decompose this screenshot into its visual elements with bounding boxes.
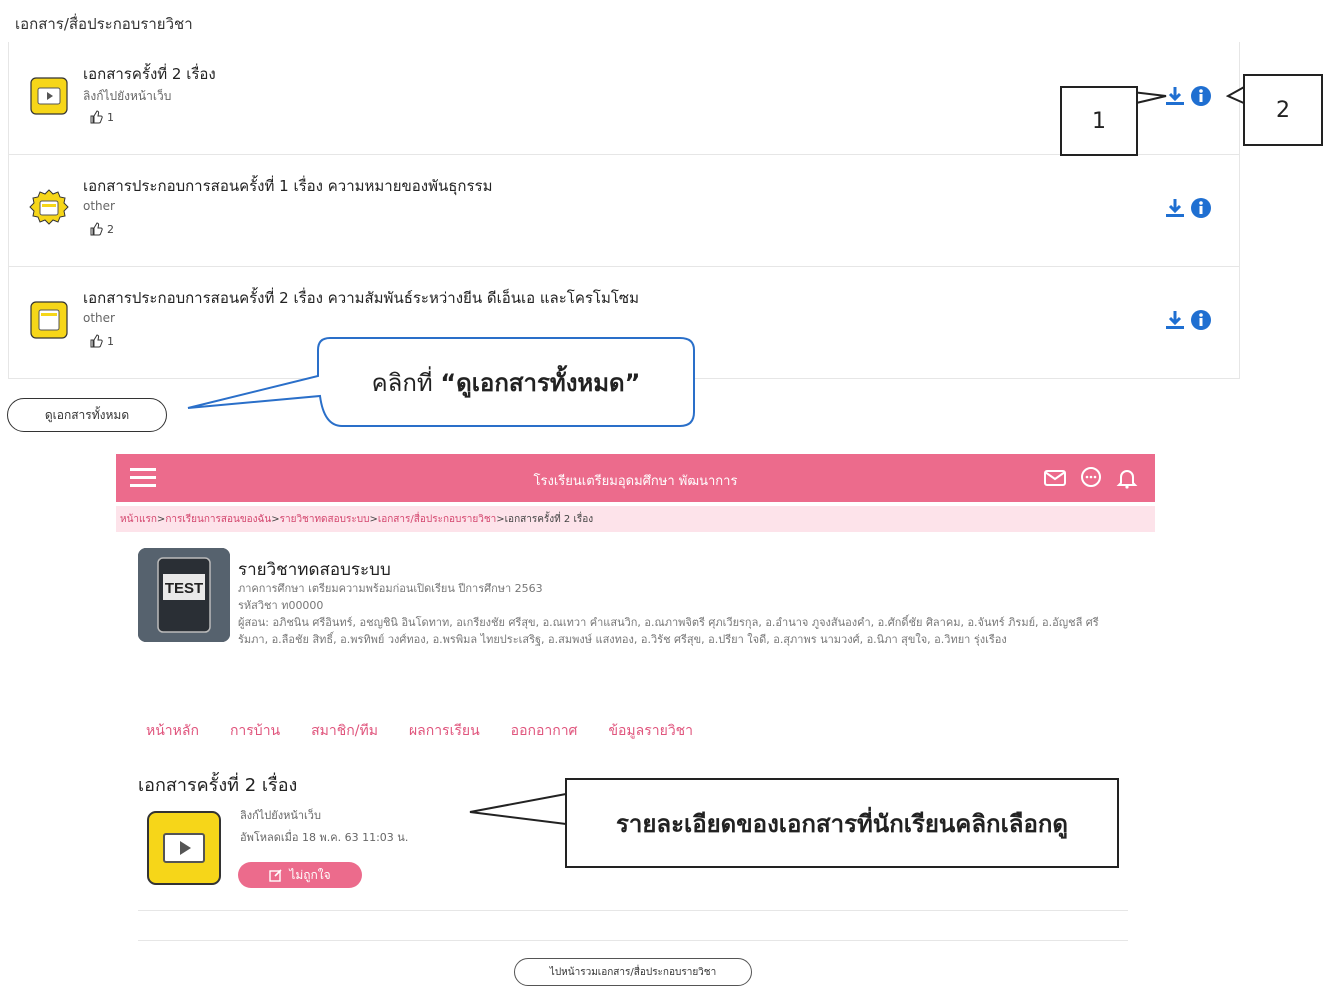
document-row[interactable]: เอกสารประกอบการสอนครั้งที่ 1 เรื่อง ความ… xyxy=(9,154,1239,267)
doc-icon xyxy=(30,301,68,339)
app-header: โรงเรียนเตรียมอุดมศึกษา พัฒนาการ xyxy=(116,454,1155,502)
callout-1: 1 xyxy=(1060,86,1138,156)
tab-course-info[interactable]: ข้อมูลรายวิชา xyxy=(608,720,693,742)
download-icon[interactable] xyxy=(1164,309,1186,331)
breadcrumb-separator: > xyxy=(496,513,505,525)
course-code: รหัสวิชา ท00000 xyxy=(238,599,324,612)
breadcrumb-current: เอกสารครั้งที่ 2 เรื่อง xyxy=(504,513,594,525)
gear-doc-icon xyxy=(29,189,69,225)
course-thumbnail: TEST xyxy=(138,548,230,642)
document-title[interactable]: เอกสารประกอบการสอนครั้งที่ 2 เรื่อง ความ… xyxy=(83,286,639,310)
document-row[interactable]: เอกสารครั้งที่ 2 เรื่อง ลิงก์ไปยังหน้าเว… xyxy=(9,42,1239,155)
like-count: 1 xyxy=(89,110,114,124)
course-meta: ภาคการศึกษา เตรียมความพร้อมก่อนเปิดเรียน… xyxy=(238,580,1128,648)
download-icon[interactable] xyxy=(1164,197,1186,219)
breadcrumb-separator: > xyxy=(369,513,378,525)
section-title: เอกสาร/สื่อประกอบรายวิชา xyxy=(15,15,193,33)
document-source[interactable]: ลิงก์ไปยังหน้าเว็บ xyxy=(240,806,321,824)
thumbs-up-icon[interactable] xyxy=(89,334,103,348)
course-instructors: ผู้สอน: อภิชนิน ศรีอินทร์, อชญชินิ อินโด… xyxy=(238,616,1099,646)
video-doc-icon xyxy=(30,77,68,115)
click-instruction: คลิกที่ “ดูเอกสารทั้งหมด” xyxy=(318,336,694,428)
course-thumb-label: TEST xyxy=(165,580,203,597)
info-icon[interactable] xyxy=(1190,197,1212,219)
divider xyxy=(138,940,1128,941)
like-count: 1 xyxy=(89,334,114,348)
document-heading: เอกสารครั้งที่ 2 เรื่อง xyxy=(138,775,298,796)
breadcrumb-home[interactable]: หน้าแรก xyxy=(120,512,157,527)
detail-callout: รายละเอียดของเอกสารที่นักเรียนคลิกเลือกด… xyxy=(565,778,1119,868)
document-title[interactable]: เอกสารครั้งที่ 2 เรื่อง xyxy=(83,62,216,86)
edit-icon xyxy=(269,869,282,882)
info-icon[interactable] xyxy=(1190,309,1212,331)
document-title[interactable]: เอกสารประกอบการสอนครั้งที่ 1 เรื่อง ความ… xyxy=(83,174,492,198)
bell-icon[interactable] xyxy=(1115,466,1139,490)
detail-callout-pointer xyxy=(469,792,567,826)
like-count: 2 xyxy=(89,222,114,236)
tab-home[interactable]: หน้าหลัก xyxy=(146,720,199,742)
like-count-value: 2 xyxy=(107,222,114,236)
divider xyxy=(138,910,1128,911)
view-all-documents-button[interactable]: ดูเอกสารทั้งหมด xyxy=(7,398,167,432)
document-actions xyxy=(1164,197,1212,219)
callout-2: 2 xyxy=(1243,74,1323,146)
header-icons xyxy=(1043,466,1139,490)
document-subtitle: other xyxy=(83,311,115,325)
document-actions xyxy=(1164,85,1212,107)
tab-grades[interactable]: ผลการเรียน xyxy=(409,720,480,742)
breadcrumb-course[interactable]: รายวิชาทดสอบระบบ xyxy=(280,512,370,527)
back-to-documents-button[interactable]: ไปหน้ารวมเอกสาร/สื่อประกอบรายวิชา xyxy=(514,958,752,986)
tab-homework[interactable]: การบ้าน xyxy=(230,720,280,742)
course-title: รายวิชาทดสอบระบบ xyxy=(238,560,391,580)
like-count-value: 1 xyxy=(107,110,114,124)
school-name: โรงเรียนเตรียมอุดมศึกษา พัฒนาการ xyxy=(533,474,738,489)
breadcrumb-my-courses[interactable]: การเรียนการสอนของฉัน xyxy=(165,512,271,527)
thumbs-up-icon[interactable] xyxy=(89,110,103,124)
video-doc-icon xyxy=(147,811,221,885)
chat-icon[interactable] xyxy=(1079,466,1103,490)
click-instruction-target: “ดูเอกสารทั้งหมด” xyxy=(440,368,641,397)
document-subtitle: ลิงก์ไปยังหน้าเว็บ xyxy=(83,89,172,103)
like-count-value: 1 xyxy=(107,334,114,348)
document-upload-date: อัพโหลดเมื่อ 18 พ.ค. 63 11:03 น. xyxy=(240,831,409,844)
document-list: เอกสารครั้งที่ 2 เรื่อง ลิงก์ไปยังหน้าเว… xyxy=(8,42,1240,379)
breadcrumb-separator: > xyxy=(156,513,166,525)
document-subtitle: other xyxy=(83,199,115,213)
breadcrumb-separator: > xyxy=(271,513,280,525)
info-icon[interactable] xyxy=(1190,85,1212,107)
thumbs-up-icon[interactable] xyxy=(89,222,103,236)
tab-members[interactable]: สมาชิก/ทีม xyxy=(311,720,378,742)
mail-icon[interactable] xyxy=(1043,466,1067,490)
course-tabs: หน้าหลัก การบ้าน สมาชิก/ทีม ผลการเรียน อ… xyxy=(146,720,693,742)
tab-broadcast[interactable]: ออกอากาศ xyxy=(511,720,578,742)
course-term: ภาคการศึกษา เตรียมความพร้อมก่อนเปิดเรียน… xyxy=(238,582,543,595)
like-button[interactable]: ไม่ถูกใจ xyxy=(238,862,362,888)
breadcrumb-documents[interactable]: เอกสาร/สื่อประกอบรายวิชา xyxy=(378,512,496,527)
document-actions xyxy=(1164,309,1212,331)
tablet-image-icon: TEST xyxy=(138,548,230,642)
click-instruction-prefix: คลิกที่ xyxy=(371,368,433,397)
breadcrumb: หน้าแรก > การเรียนการสอนของฉัน > รายวิชา… xyxy=(116,506,1155,532)
like-button-label: ไม่ถูกใจ xyxy=(289,867,331,882)
